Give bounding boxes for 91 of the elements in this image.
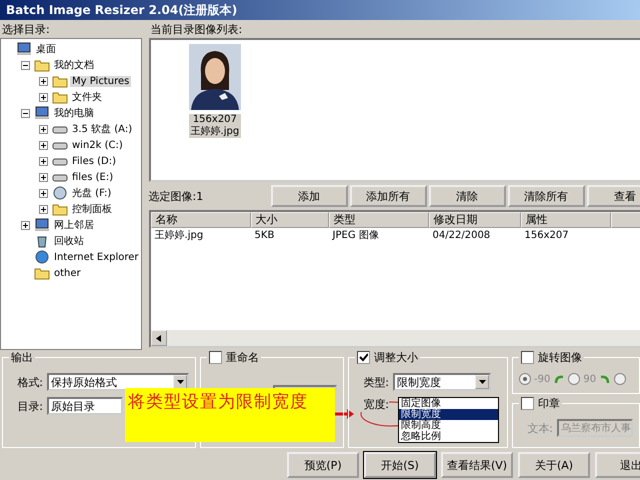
computer-icon [34,106,50,120]
expander-icon[interactable] [39,204,50,214]
column-header[interactable]: 属性 [520,212,611,228]
action-button[interactable]: 退出 [595,452,640,478]
table-cell-text: 04/22/2008 [432,229,492,243]
tree-item[interactable]: 我的文档 [52,58,96,72]
radio-button[interactable] [568,373,580,385]
folder-icon [52,74,68,88]
group-title: 重命名 [226,350,259,365]
checkbox[interactable] [521,351,534,364]
folder-icon [34,266,50,280]
expander-icon[interactable] [39,140,50,150]
group-title: 输出 [10,350,34,365]
caret-icon[interactable] [478,380,486,384]
column-header[interactable]: 类型 [328,212,429,228]
column-header[interactable]: 名称 [150,212,251,228]
checkbox[interactable] [521,397,534,410]
annotation-note: 将类型设置为限制宽度 [125,388,335,442]
tree-item[interactable]: Files (D:) [70,156,118,166]
table-cell-text: JPEG 图像 [331,229,380,243]
expander-icon[interactable] [21,60,32,70]
tree-item[interactable]: 文件夹 [70,90,104,104]
toolbar-button[interactable]: 清除所有 [508,185,585,207]
column-header[interactable]: 修改日期 [428,212,521,228]
dropdown-option[interactable]: 限制高度 [399,420,498,431]
tree-item[interactable]: files (E:) [70,172,116,182]
table-cell-text: 156x207 [524,229,570,243]
checkbox[interactable] [209,351,222,364]
radio-label: 90 [583,374,596,384]
field-label: 类型: [362,374,389,390]
tree-item[interactable]: 3.5 软盘 (A:) [70,122,134,136]
folder-icon [52,90,68,104]
tree-item[interactable]: 光盘 (F:) [70,186,114,200]
expander-icon[interactable] [39,188,50,198]
column-header[interactable]: 大小 [250,212,329,228]
group-title: 印章 [538,396,560,411]
image-list-label: 当前目录图像列表: [150,22,244,38]
network-icon [34,218,50,232]
table-cell-text: 王婷婷.jpg [154,229,204,243]
expander-icon[interactable] [21,220,32,230]
desktop-icon [16,42,32,56]
globe-icon [34,250,50,264]
folder-icon [34,58,50,72]
table-cell-text: 5KB [254,229,276,243]
input-field[interactable]: 原始目录 [47,397,123,415]
action-button[interactable]: 预览(P) [287,452,359,478]
tree-item[interactable]: Internet Explorer [52,252,141,262]
folder-label: 选择目录: [1,22,51,38]
tree-item[interactable]: 回收站 [52,234,86,248]
toolbar-button[interactable]: 添加 [270,185,348,207]
tree-item[interactable]: 控制面板 [70,202,114,216]
selected-count: 选定图像:1 [148,188,204,204]
expander-icon[interactable] [39,172,50,182]
expander-icon[interactable] [21,108,32,118]
expander-icon[interactable] [39,76,50,86]
scroll-left-icon[interactable] [156,334,162,342]
field-label: 文本: [526,420,553,436]
field-label: 目录: [16,398,43,414]
scrollbar[interactable] [150,330,640,346]
folder-icon [52,202,68,216]
dropdown-option[interactable]: 固定图像 [399,398,498,409]
type-dropdown[interactable]: 限制宽度 [393,373,491,391]
window-title: Batch Image Resizer 2.04(注册版本) [0,0,640,20]
action-button[interactable]: 关于(A) [518,452,590,478]
field-label: 格式: [16,374,43,390]
group-title: 旋转图像 [538,350,582,365]
radio-label: -90 [534,374,550,384]
group-title: 调整大小 [374,350,418,365]
expander-icon[interactable] [39,156,50,166]
dropdown-option[interactable]: 忽略比例 [399,431,498,442]
action-button[interactable]: 查看结果(V) [441,452,513,478]
disc-icon [52,186,68,200]
toolbar-button[interactable]: 添加所有 [350,185,427,207]
expander-icon[interactable] [39,124,50,134]
tree-item[interactable]: 我的电脑 [52,106,96,120]
tree-item[interactable]: 桌面 [34,42,58,56]
caret-icon[interactable] [176,380,184,384]
toolbar-button[interactable]: 清除 [428,185,506,207]
tree-item[interactable]: 网上邻居 [52,218,96,232]
image-caption: 156x207 王婷婷.jpg [188,114,242,138]
tree-item[interactable]: other [52,268,83,278]
expander-icon[interactable] [39,92,50,102]
radio-button[interactable] [519,373,531,385]
tree-item[interactable]: win2k (C:) [70,140,125,150]
format-dropdown[interactable]: 保持原始格式 [47,373,189,391]
radio-button[interactable] [614,373,626,385]
dropdown-option[interactable]: 限制宽度 [399,409,498,420]
tree-item[interactable]: My Pictures [70,76,132,86]
checkbox[interactable] [357,351,370,364]
action-button[interactable]: 开始(S) [364,452,436,478]
toolbar-button[interactable]: 查看 [586,185,640,207]
